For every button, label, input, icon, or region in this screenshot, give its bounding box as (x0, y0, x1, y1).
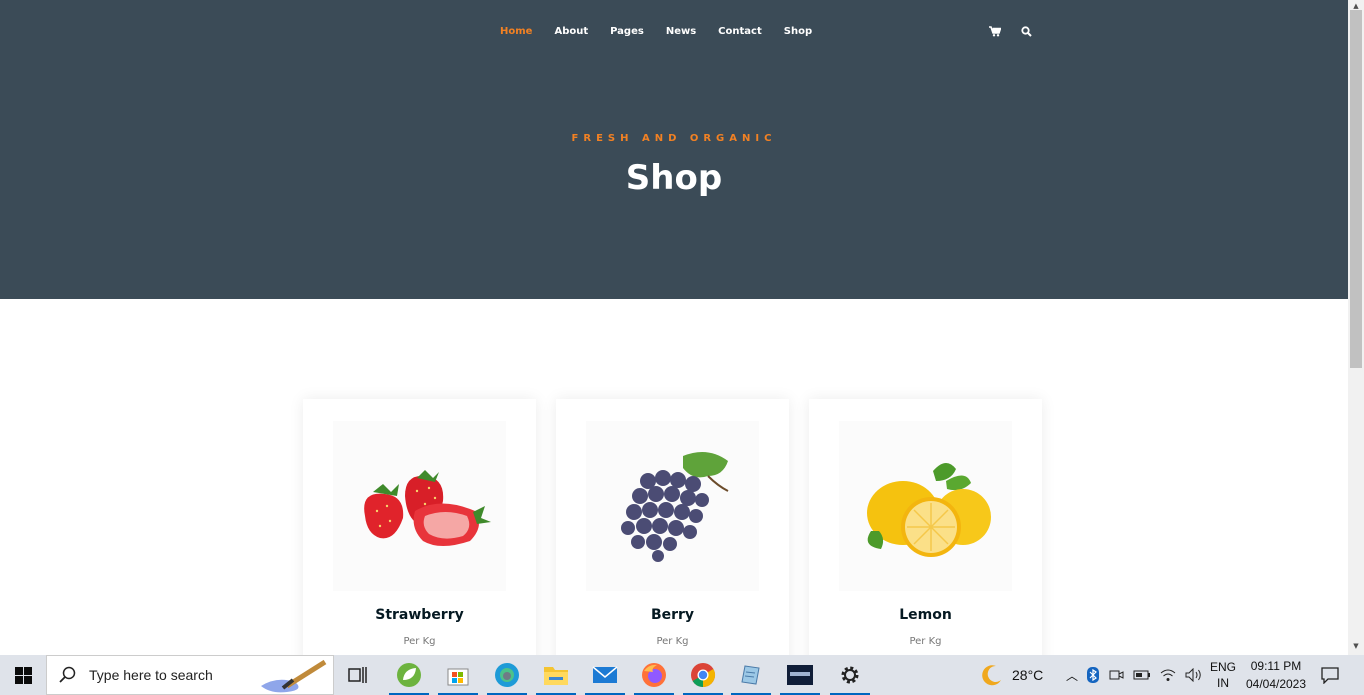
strawberry-image[interactable] (333, 421, 506, 591)
system-tray: ︿ (1066, 655, 1203, 695)
battery-icon[interactable] (1133, 669, 1151, 681)
windows-icon (14, 666, 32, 684)
taskbar: Type here to search 28°C ︿ ENG IN 09:11 … (0, 655, 1364, 695)
clock[interactable]: 09:11 PM 04/04/2023 (1244, 655, 1308, 695)
product-unit: Per Kg (656, 636, 689, 647)
firefox-icon[interactable] (634, 661, 674, 695)
clock-time: 09:11 PM (1250, 659, 1302, 673)
microsoft-store-icon[interactable] (438, 661, 478, 695)
shop-page: Home About Pages News Contact Shop FRESH… (0, 0, 1348, 655)
product-card-berry[interactable]: Berry Per Kg (556, 399, 789, 655)
scroll-down-icon[interactable]: ▼ (1348, 642, 1364, 650)
hero-section: Home About Pages News Contact Shop FRESH… (0, 0, 1348, 299)
clock-date: 04/04/2023 (1245, 677, 1307, 691)
main-nav: Home About Pages News Contact Shop (500, 26, 812, 37)
product-name[interactable]: Strawberry (303, 607, 536, 623)
chrome-icon[interactable] (683, 661, 723, 695)
hero-subtitle: FRESH AND ORGANIC (571, 133, 777, 144)
mysql-icon[interactable] (780, 661, 820, 695)
edge-beta-icon[interactable] (487, 661, 527, 695)
notification-icon (1321, 667, 1339, 684)
notifications-button[interactable] (1320, 655, 1340, 695)
language-label: ENG (1209, 660, 1236, 674)
task-view-icon[interactable] (344, 661, 372, 689)
search-icon (59, 666, 76, 683)
search-placeholder: Type here to search (89, 667, 213, 683)
page-title: Shop (625, 158, 723, 198)
grapes-image[interactable] (586, 421, 759, 591)
product-name[interactable]: Berry (556, 607, 789, 623)
nav-icons (989, 26, 1032, 37)
weather-widget[interactable]: 28°C (980, 655, 1043, 695)
wifi-icon[interactable] (1160, 668, 1176, 682)
scroll-up-icon[interactable]: ▲ (1348, 2, 1364, 10)
search-icon[interactable] (1021, 26, 1032, 37)
nav-about[interactable]: About (554, 26, 588, 37)
bluetooth-icon[interactable] (1087, 667, 1100, 683)
product-unit: Per Kg (909, 636, 942, 647)
scrollbar-thumb[interactable] (1350, 10, 1362, 368)
product-unit: Per Kg (403, 636, 436, 647)
notepad-icon[interactable] (731, 661, 771, 695)
lemon-image[interactable] (839, 421, 1012, 591)
product-name[interactable]: Lemon (809, 607, 1042, 623)
meet-now-icon[interactable] (1108, 667, 1124, 683)
product-card-lemon[interactable]: Lemon Per Kg (809, 399, 1042, 655)
weather-temp: 28°C (1012, 667, 1044, 683)
language-indicator[interactable]: ENG IN (1209, 655, 1237, 695)
cart-icon[interactable] (989, 26, 1001, 37)
file-explorer-icon[interactable] (536, 661, 576, 695)
nav-news[interactable]: News (666, 26, 696, 37)
product-card-strawberry[interactable]: Strawberry Per Kg (303, 399, 536, 655)
mail-icon[interactable] (585, 661, 625, 695)
nav-home[interactable]: Home (500, 26, 532, 37)
nav-pages[interactable]: Pages (610, 26, 644, 37)
taskbar-search-box[interactable]: Type here to search (46, 655, 334, 695)
moon-icon (982, 665, 1001, 686)
settings-icon[interactable] (830, 661, 870, 695)
speaker-icon[interactable] (1185, 668, 1203, 682)
spring-tool-icon[interactable] (389, 661, 429, 695)
chevron-up-icon[interactable]: ︿ (1066, 667, 1078, 684)
paintbrush-icon (261, 659, 327, 693)
nav-shop[interactable]: Shop (784, 26, 812, 37)
nav-contact[interactable]: Contact (718, 26, 762, 37)
region-label: IN (1217, 676, 1229, 690)
vertical-scrollbar[interactable]: ▲ ▼ (1348, 0, 1364, 655)
start-button[interactable] (0, 655, 46, 695)
